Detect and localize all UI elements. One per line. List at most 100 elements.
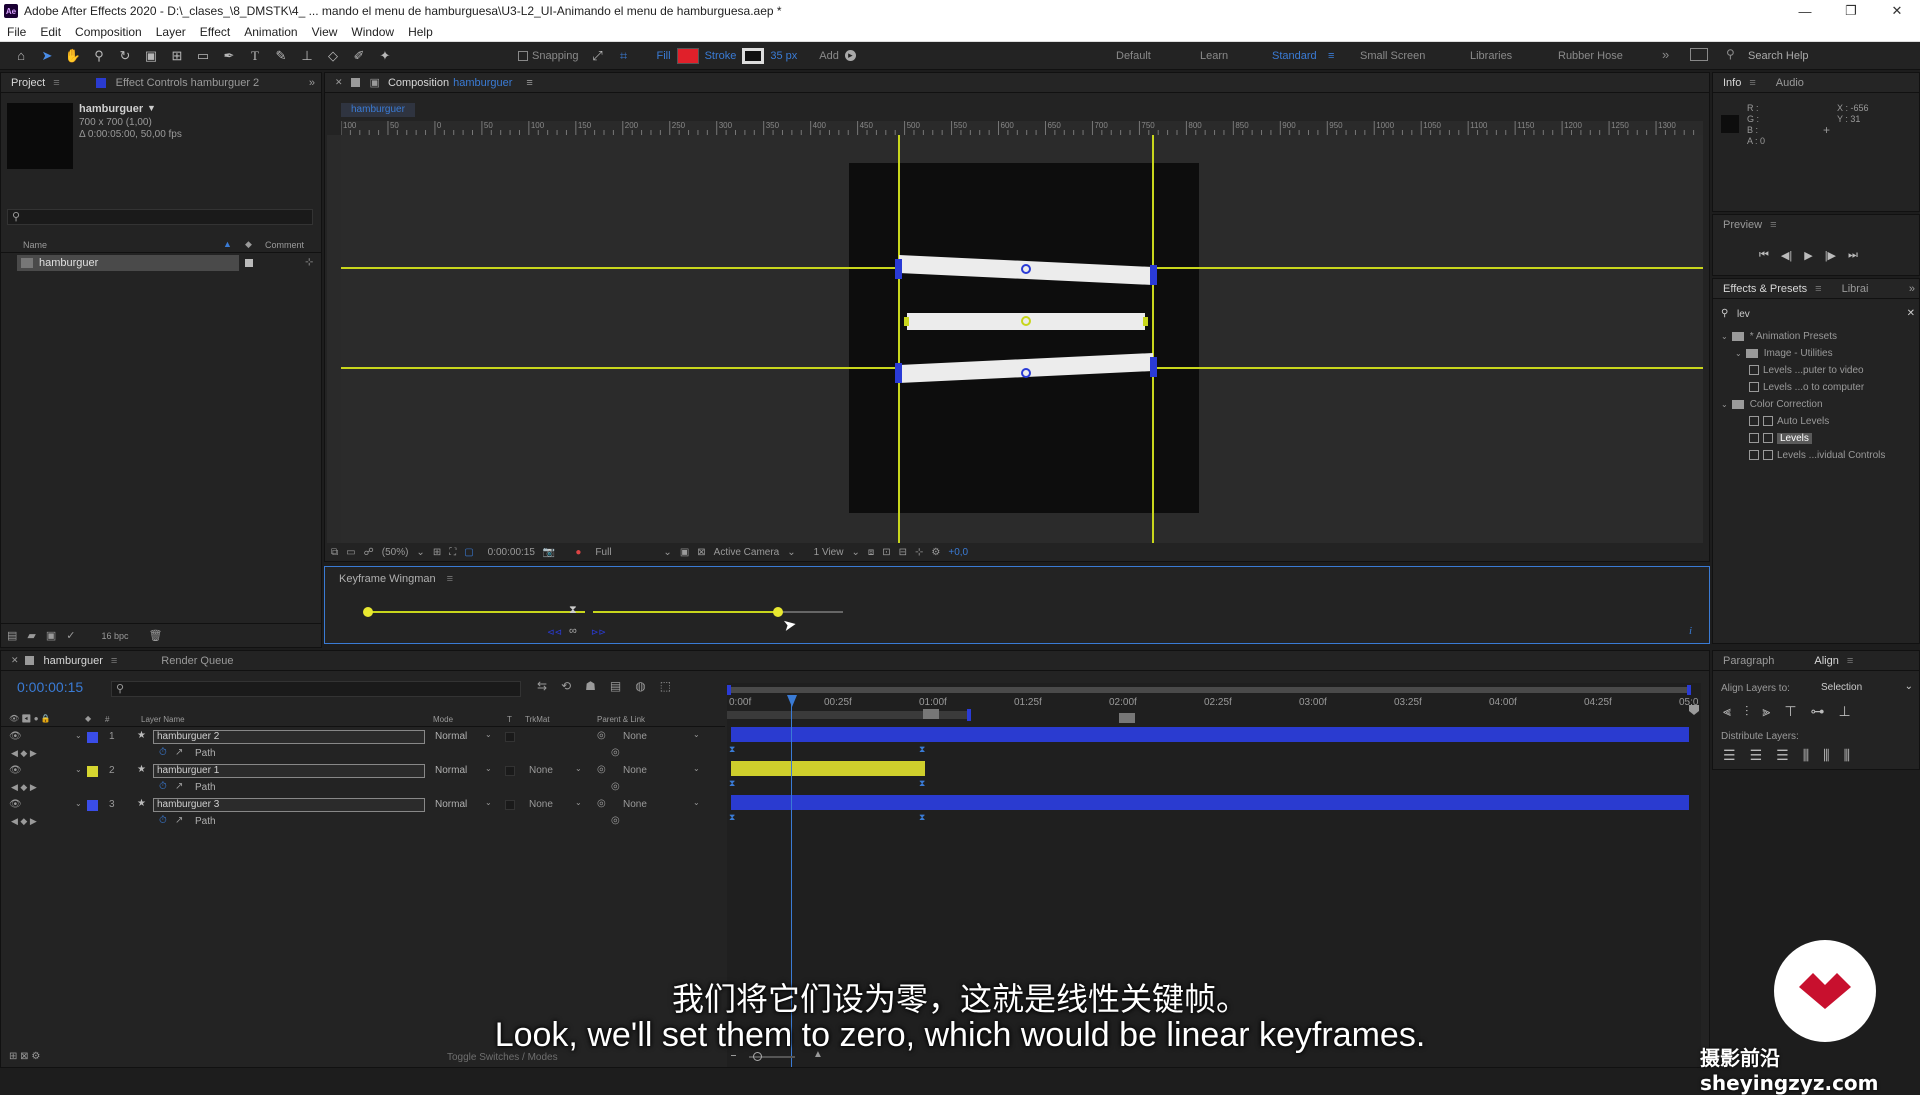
shy-icon[interactable]: ☗ — [585, 679, 596, 693]
layer-mode-dropdown[interactable]: Normal — [435, 731, 467, 742]
flowchart-icon[interactable]: ⊹ — [915, 547, 923, 558]
align-vertical-center-icon[interactable]: ⊶ — [1811, 703, 1825, 720]
distribute-right-icon[interactable]: ⫼ — [1844, 747, 1850, 764]
composition-canvas[interactable] — [341, 135, 1703, 543]
preserve-transparency-box[interactable] — [505, 732, 515, 742]
lock-icon[interactable] — [350, 78, 360, 87]
stopwatch-icon[interactable]: ⏱ — [159, 747, 167, 758]
keyframe-icon[interactable]: ⧗ — [919, 778, 925, 789]
resolution-value[interactable]: Full — [595, 547, 655, 558]
snap-options-icon[interactable]: ⤢ — [587, 45, 609, 67]
chevron-down-icon[interactable]: ⌄ — [663, 547, 671, 558]
tab-project[interactable]: Project — [1, 73, 70, 93]
chevron-down-icon[interactable]: ▼ — [147, 103, 156, 113]
interpret-footage-icon[interactable]: ▤ — [7, 629, 17, 642]
hamburger-bar-top[interactable] — [899, 255, 1153, 285]
snapshot-icon[interactable]: 📷 — [543, 547, 555, 558]
chevron-down-icon[interactable]: ⌄ — [416, 547, 424, 558]
distribute-top-icon[interactable]: ☰ — [1723, 747, 1736, 764]
time-ruler[interactable]: 0:00f 00:25f 01:00f 01:25f 02:00f 02:25f 03:00… — [727, 695, 1701, 711]
info-icon[interactable]: i — [1689, 625, 1692, 637]
layer-trkmat-dropdown[interactable]: None — [529, 799, 553, 810]
type-tool-icon[interactable]: T — [244, 45, 266, 67]
path-handle[interactable] — [904, 317, 909, 326]
tab-info[interactable]: Info — [1713, 73, 1766, 93]
effects-list-item[interactable]: Levels ...puter to video — [1749, 363, 1864, 377]
expression-pickwhip-icon[interactable]: ◎ — [611, 815, 620, 826]
keyframe-icon[interactable]: ⧗ — [919, 812, 925, 823]
hourglass-icon[interactable]: ⧗ — [569, 604, 577, 617]
path-handle[interactable] — [1143, 317, 1148, 326]
color-channel-icon[interactable]: ● — [575, 547, 581, 558]
layer-mode-dropdown[interactable]: Normal — [435, 765, 467, 776]
composition-breadcrumb[interactable]: hamburguer — [341, 103, 415, 117]
path-handle[interactable] — [1150, 357, 1157, 377]
tab-libraries[interactable]: Librai — [1832, 279, 1879, 299]
monitor-icon[interactable]: ▭ — [346, 547, 355, 558]
menu-view[interactable]: View — [305, 25, 345, 39]
search-help-input[interactable]: Search Help — [1748, 50, 1809, 62]
more-workspaces-icon[interactable]: » — [1662, 47, 1669, 62]
layer-row[interactable]: 👁 ⌄ 3 ★ hamburguer 3 Normal ⌄ None ⌄ ◎ None ⌄ — [1, 797, 725, 814]
column-t[interactable]: T — [507, 715, 512, 724]
tab-align[interactable]: Align — [1804, 651, 1863, 671]
chevron-down-icon[interactable]: ⌄ — [485, 730, 492, 739]
column-layer-name[interactable]: Layer Name — [141, 715, 185, 724]
add-label[interactable]: Add — [819, 50, 839, 62]
keyframe-navigator-icon[interactable]: ◀ ◆ ▶ — [11, 782, 37, 793]
tab-audio[interactable]: Audio — [1766, 73, 1814, 93]
chevron-down-icon[interactable]: ⌄ — [1735, 349, 1742, 358]
exposure-icon[interactable]: ⚙ — [931, 547, 940, 558]
play-icon[interactable]: ▶ — [1804, 249, 1812, 262]
close-icon[interactable]: ✕ — [335, 77, 343, 88]
align-horizontal-center-icon[interactable]: ⫶ — [1745, 703, 1749, 720]
property-row[interactable]: ◀ ◆ ▶ ⏱ ↗ Path ◎ — [1, 814, 725, 831]
panel-overflow-icon[interactable]: » — [309, 77, 315, 89]
wingman-in-slider-track[interactable] — [367, 611, 585, 613]
camera-value[interactable]: Active Camera — [714, 547, 780, 558]
stroke-width-value[interactable]: 35 px — [770, 50, 797, 62]
layer-row[interactable]: 👁 ⌄ 1 ★ hamburguer 2 Normal ⌄ ◎ None ⌄ — [1, 729, 725, 746]
timeline-search-input[interactable]: ⚲ — [111, 681, 521, 697]
stopwatch-icon[interactable]: ⏱ — [159, 781, 167, 792]
expression-pickwhip-icon[interactable]: ◎ — [611, 747, 620, 758]
panel-menu-icon[interactable]: ≡ — [526, 77, 532, 89]
workspace-small-screen[interactable]: Small Screen — [1360, 50, 1425, 62]
align-bottom-icon[interactable]: ⊥ — [1839, 703, 1851, 720]
layer-label-color[interactable] — [87, 766, 98, 777]
layer-name[interactable]: hamburguer 1 — [153, 764, 425, 778]
ease-out-icon[interactable]: ⊳⊳ — [591, 627, 606, 638]
rotate-tool-icon[interactable]: ↻ — [114, 45, 136, 67]
mask-visibility-icon[interactable]: ☍ — [364, 547, 374, 558]
pickwhip-icon[interactable]: ◎ — [597, 764, 606, 775]
composition-tab-name[interactable]: hamburguer — [453, 77, 512, 89]
timeline-link-icon[interactable]: ⊟ — [899, 547, 907, 558]
effects-search-input[interactable]: ⚲ lev ✕ — [1719, 307, 1915, 323]
chevron-down-icon[interactable]: ⌄ — [75, 765, 82, 774]
wingman-in-slider-handle[interactable] — [363, 607, 373, 617]
workspace-rubber-hose[interactable]: Rubber Hose — [1558, 50, 1623, 62]
previous-frame-icon[interactable]: ◀| — [1781, 249, 1792, 262]
chevron-down-icon[interactable]: ⌄ — [693, 798, 700, 807]
stroke-color-swatch[interactable] — [742, 47, 765, 64]
panel-menu-icon[interactable]: ≡ — [447, 573, 453, 585]
work-area-bar[interactable] — [727, 687, 1691, 693]
path-handle[interactable] — [1150, 265, 1157, 285]
stopwatch-icon[interactable]: ⏱ — [159, 815, 167, 826]
project-list-item[interactable]: hamburguer — [17, 255, 239, 271]
tab-effects-presets[interactable]: Effects & Presets — [1713, 279, 1832, 299]
selection-tool-icon[interactable]: ➤ — [36, 45, 58, 67]
effects-list-item[interactable]: ⌄ Image - Utilities — [1735, 346, 1833, 360]
pickwhip-icon[interactable]: ◎ — [597, 730, 606, 741]
zoom-tool-icon[interactable]: ⚲ — [88, 45, 110, 67]
property-row[interactable]: ◀ ◆ ▶ ⏱ ↗ Path ◎ — [1, 746, 725, 763]
column-comment[interactable]: Comment — [265, 240, 304, 250]
marker-icon[interactable] — [923, 709, 939, 719]
align-top-icon[interactable]: ⊤ — [1784, 703, 1796, 720]
column-mode[interactable]: Mode — [433, 715, 453, 724]
workspace-menu-icon[interactable]: ≡ — [1328, 50, 1334, 62]
effects-list-item[interactable]: Levels ...ividual Controls — [1749, 448, 1885, 462]
distribute-left-icon[interactable]: ⫼ — [1803, 747, 1809, 764]
clear-search-icon[interactable]: ✕ — [1907, 308, 1915, 319]
composition-tab-prefix[interactable]: Composition — [388, 77, 449, 89]
